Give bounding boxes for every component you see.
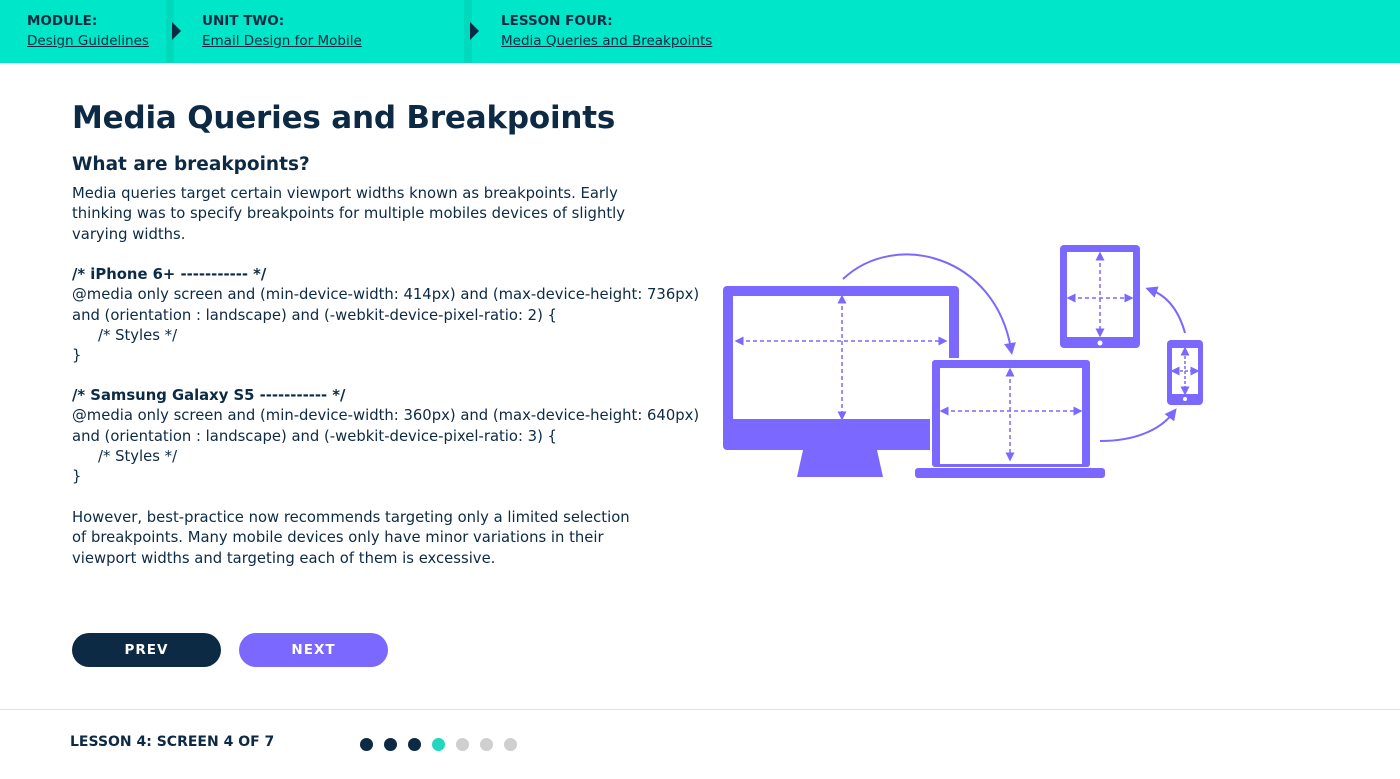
breadcrumb-module: MODULE: Design Guidelines xyxy=(0,0,170,63)
code-line: and (orientation : landscape) and (-webk… xyxy=(72,427,557,445)
code-snippet-iphone: /* iPhone 6+ ----------- */ @media only … xyxy=(72,265,700,366)
code-line: and (orientation : landscape) and (-webk… xyxy=(72,306,557,324)
code-line: @media only screen and (min-device-width… xyxy=(72,286,700,304)
progress-dot[interactable] xyxy=(480,738,493,751)
outro-paragraph: However, best-practice now recommends ta… xyxy=(72,509,630,567)
breadcrumb-unit: UNIT TWO: Email Design for Mobile xyxy=(174,0,468,63)
breadcrumb-bar: MODULE: Design Guidelines UNIT TWO: Emai… xyxy=(0,0,1400,63)
laptop-icon xyxy=(915,358,1105,478)
page-title: Media Queries and Breakpoints xyxy=(72,100,616,136)
progress-dot[interactable] xyxy=(456,738,469,751)
flow-arrow-icon xyxy=(1099,408,1177,442)
intro-paragraph: Media queries target certain viewport wi… xyxy=(72,185,625,243)
progress-dot[interactable] xyxy=(432,738,445,751)
tablet-icon xyxy=(1060,245,1140,348)
progress-dot[interactable] xyxy=(360,738,373,751)
flow-arrow-icon xyxy=(1145,286,1186,334)
code-line: } xyxy=(72,468,82,486)
screen-progress-dots xyxy=(360,738,517,751)
progress-dot[interactable] xyxy=(504,738,517,751)
prev-button[interactable]: PREV xyxy=(72,633,221,667)
section-title: What are breakpoints? xyxy=(72,154,310,175)
desktop-monitor-icon xyxy=(723,286,959,477)
phone-icon xyxy=(1167,340,1203,405)
breadcrumb-module-label: MODULE: xyxy=(27,13,98,29)
code-comment: /* Samsung Galaxy S5 ----------- */ xyxy=(72,387,346,404)
responsive-devices-illustration xyxy=(723,245,1203,478)
breadcrumb-module-link[interactable]: Design Guidelines xyxy=(27,33,149,49)
code-comment: /* iPhone 6+ ----------- */ xyxy=(72,266,267,283)
code-snippet-galaxy: /* Samsung Galaxy S5 ----------- */ @med… xyxy=(72,386,700,487)
progress-dot[interactable] xyxy=(384,738,397,751)
progress-dot[interactable] xyxy=(408,738,421,751)
breadcrumb-lesson-link[interactable]: Media Queries and Breakpoints xyxy=(501,33,712,49)
breadcrumb-unit-label: UNIT TWO: xyxy=(202,13,285,29)
code-line: /* Styles */ xyxy=(98,326,178,344)
code-line: @media only screen and (min-device-width… xyxy=(72,407,700,425)
code-line: /* Styles */ xyxy=(98,447,178,465)
breadcrumb-unit-link[interactable]: Email Design for Mobile xyxy=(202,33,362,49)
breadcrumb-lesson-label: LESSON FOUR: xyxy=(501,13,613,29)
screen-progress-label: LESSON 4: SCREEN 4 OF 7 xyxy=(70,734,275,750)
footer-divider xyxy=(0,709,1400,710)
code-line: } xyxy=(72,347,82,365)
next-button[interactable]: NEXT xyxy=(239,633,388,667)
breadcrumb-lesson: LESSON FOUR: Media Queries and Breakpoin… xyxy=(473,0,773,63)
